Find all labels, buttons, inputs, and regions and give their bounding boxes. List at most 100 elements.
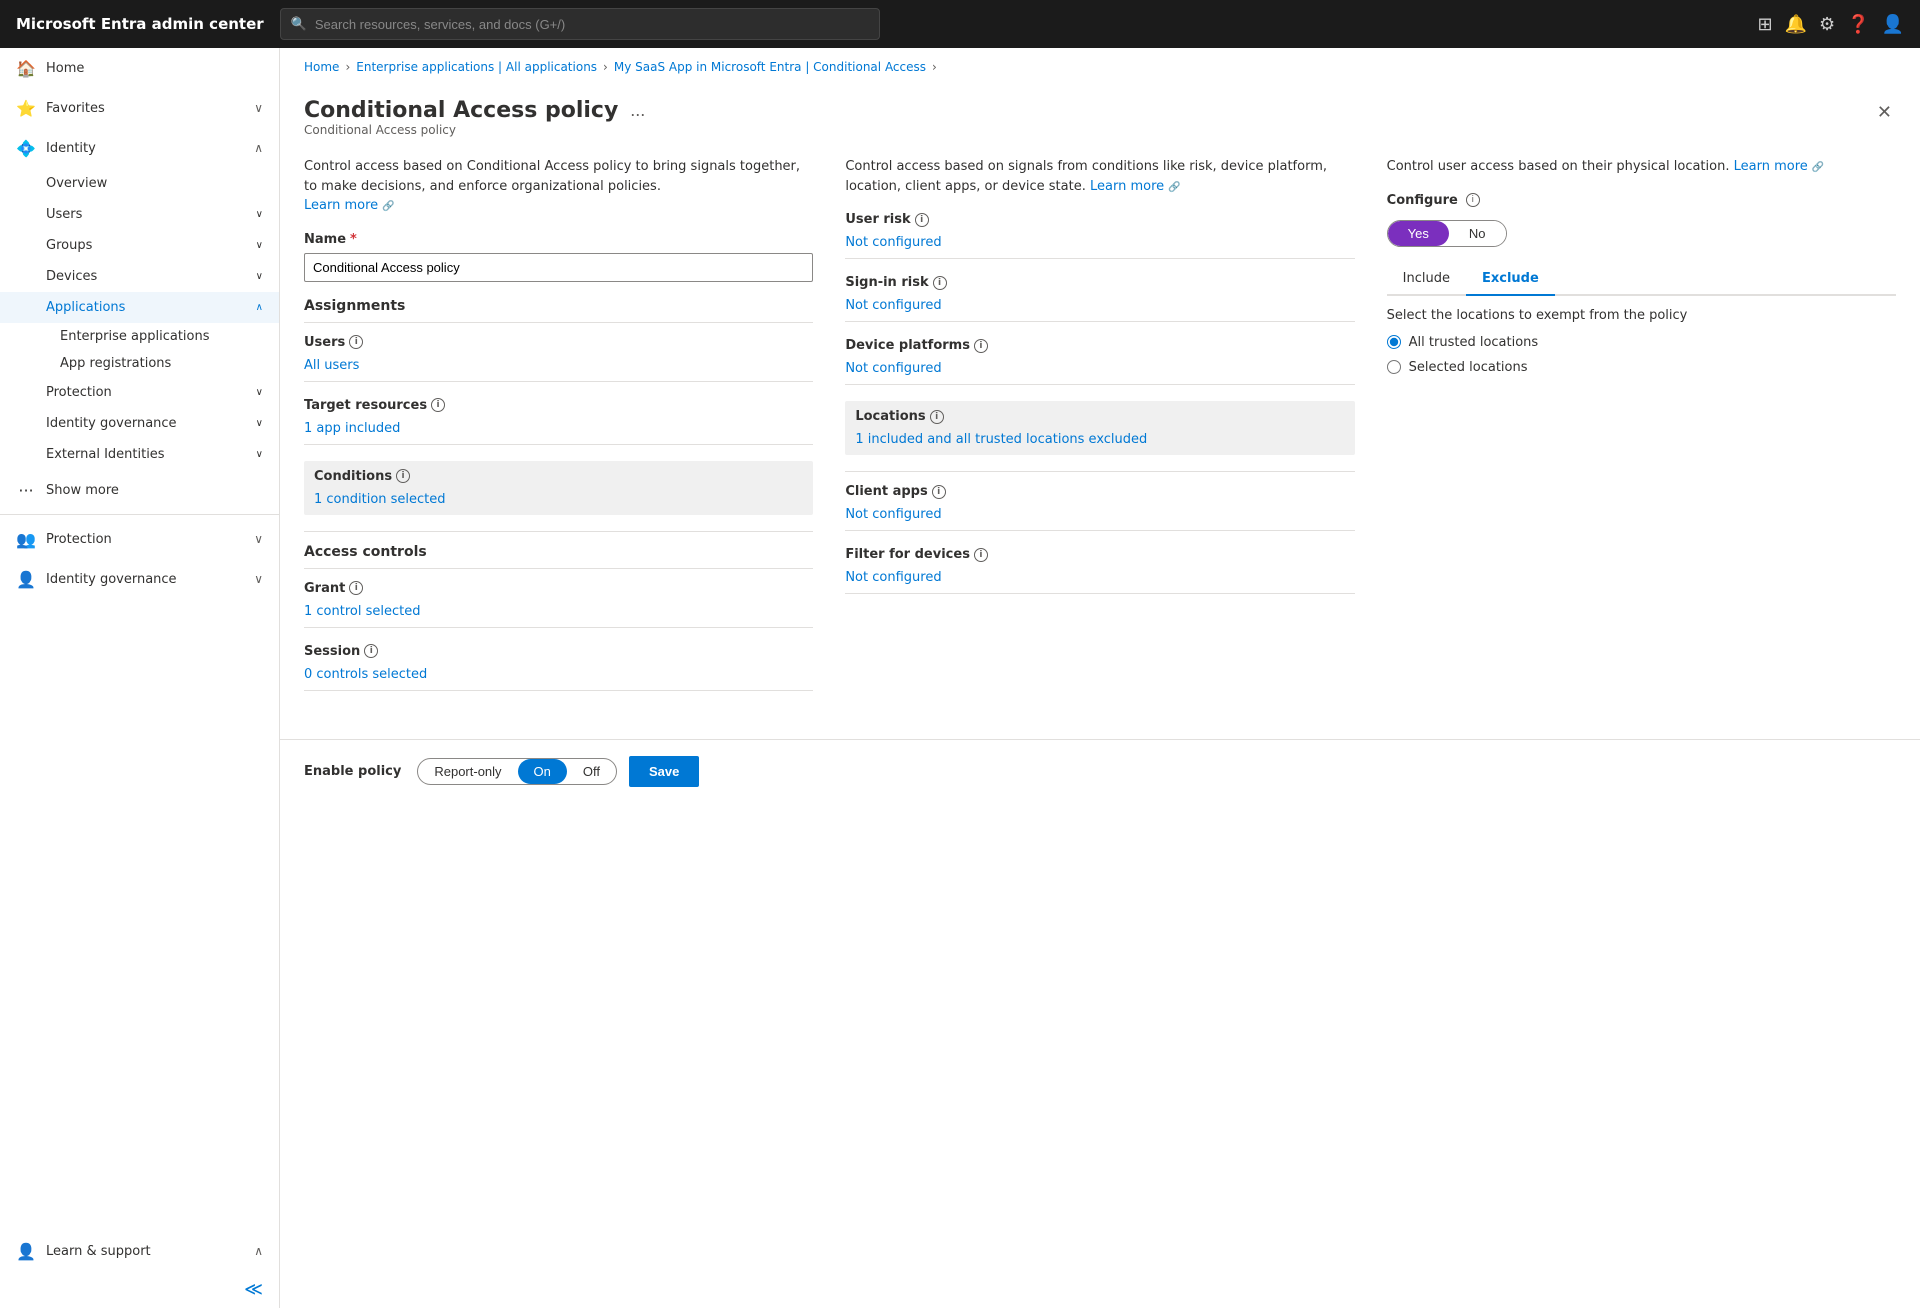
all-trusted-radio-input[interactable] bbox=[1387, 335, 1401, 349]
sidebar-sub-applications[interactable]: Applications ∧ bbox=[0, 292, 279, 323]
home-icon: 🏠 bbox=[16, 58, 36, 78]
sidebar-sub-groups[interactable]: Groups ∨ bbox=[0, 230, 279, 261]
search-bar[interactable]: 🔍 bbox=[280, 8, 880, 40]
ellipsis-icon: ··· bbox=[16, 480, 36, 500]
tab-exclude[interactable]: Exclude bbox=[1466, 263, 1555, 296]
external-link-2: 🔗 bbox=[1168, 182, 1180, 193]
session-label: Session i bbox=[304, 644, 813, 659]
close-button[interactable]: ✕ bbox=[1873, 98, 1896, 127]
device-platforms-info-icon[interactable]: i bbox=[974, 339, 988, 353]
yes-button[interactable]: Yes bbox=[1388, 221, 1449, 246]
target-resources-field-group: Target resources i 1 app included bbox=[304, 398, 813, 445]
grant-label: Grant i bbox=[304, 581, 813, 596]
sidebar-enterprise-apps[interactable]: Enterprise applications bbox=[0, 323, 279, 350]
target-resources-info-icon[interactable]: i bbox=[431, 398, 445, 412]
report-only-button[interactable]: Report-only bbox=[418, 759, 517, 784]
top-bar: Microsoft Entra admin center 🔍 ⊞ 🔔 ⚙ ❓ 👤 bbox=[0, 0, 1920, 48]
learn-more-1[interactable]: Learn more bbox=[304, 198, 378, 213]
selected-locations-radio-input[interactable] bbox=[1387, 360, 1401, 374]
tab-include[interactable]: Include bbox=[1387, 263, 1466, 296]
sidebar-collapse-btn[interactable]: ≪ bbox=[0, 1271, 279, 1308]
sidebar-sub-external-identities[interactable]: External Identities ∨ bbox=[0, 439, 279, 470]
save-button[interactable]: Save bbox=[629, 756, 699, 787]
grant-info-icon[interactable]: i bbox=[349, 581, 363, 595]
sidebar-sub-identity-governance[interactable]: Identity governance ∨ bbox=[0, 408, 279, 439]
selected-locations-radio[interactable]: Selected locations bbox=[1387, 360, 1896, 375]
ellipsis-button[interactable]: ... bbox=[630, 100, 645, 121]
off-button[interactable]: Off bbox=[567, 759, 616, 784]
external-identities-label: External Identities bbox=[46, 447, 165, 462]
user-risk-info-icon[interactable]: i bbox=[915, 213, 929, 227]
breadcrumb-home[interactable]: Home bbox=[304, 60, 339, 74]
bell-icon[interactable]: 🔔 bbox=[1785, 14, 1807, 35]
users-value[interactable]: All users bbox=[304, 358, 359, 373]
locations-value[interactable]: 1 included and all trusted locations exc… bbox=[855, 432, 1147, 447]
breadcrumb-enterprise-apps[interactable]: Enterprise applications | All applicatio… bbox=[356, 60, 597, 74]
sidebar-item-favorites[interactable]: ⭐ Favorites ∨ bbox=[0, 88, 279, 128]
sidebar-item-show-more[interactable]: ··· Show more bbox=[0, 470, 279, 510]
locations-label: Locations i bbox=[855, 409, 1344, 424]
filter-devices-value[interactable]: Not configured bbox=[845, 570, 941, 585]
settings-icon[interactable]: ⚙ bbox=[1819, 14, 1835, 35]
sidebar-favorites-label: Favorites bbox=[46, 101, 244, 116]
conditions-value[interactable]: 1 condition selected bbox=[314, 492, 446, 507]
session-field-group: Session i 0 controls selected bbox=[304, 644, 813, 691]
sidebar-item-identity[interactable]: 💠 Identity ∧ bbox=[0, 128, 279, 168]
sidebar-sub-protection[interactable]: Protection ∨ bbox=[0, 377, 279, 408]
target-resources-value[interactable]: 1 app included bbox=[304, 421, 400, 436]
client-apps-label: Client apps i bbox=[845, 484, 1354, 499]
sidebar-sub-overview[interactable]: Overview bbox=[0, 168, 279, 199]
no-button[interactable]: No bbox=[1449, 221, 1506, 246]
sign-in-risk-value[interactable]: Not configured bbox=[845, 298, 941, 313]
content-area: Home › Enterprise applications | All app… bbox=[280, 48, 1920, 1308]
sidebar-item-identity-governance2[interactable]: 👤 Identity governance ∨ bbox=[0, 559, 279, 599]
client-apps-value[interactable]: Not configured bbox=[845, 507, 941, 522]
breadcrumb-sep1: › bbox=[345, 60, 350, 74]
enable-policy-label: Enable policy bbox=[304, 764, 401, 779]
learn-support-label: Learn & support bbox=[46, 1244, 244, 1259]
client-apps-info-icon[interactable]: i bbox=[932, 485, 946, 499]
sidebar-item-learn-support[interactable]: 👤 Learn & support ∧ bbox=[0, 1231, 279, 1271]
sidebar: 🏠 Home ⭐ Favorites ∨ 💠 Identity ∧ Overvi… bbox=[0, 48, 280, 1308]
grid-icon[interactable]: ⊞ bbox=[1758, 14, 1773, 35]
filter-devices-info-icon[interactable]: i bbox=[974, 548, 988, 562]
locations-info-icon[interactable]: i bbox=[930, 410, 944, 424]
search-icon: 🔍 bbox=[291, 17, 307, 32]
learn-more-2[interactable]: Learn more bbox=[1090, 179, 1164, 194]
user-risk-value[interactable]: Not configured bbox=[845, 235, 941, 250]
conditions-info-icon[interactable]: i bbox=[396, 469, 410, 483]
device-platforms-value[interactable]: Not configured bbox=[845, 361, 941, 376]
client-apps-field-group: Client apps i Not configured bbox=[845, 484, 1354, 531]
sidebar-item-protection2[interactable]: 👥 Protection ∨ bbox=[0, 519, 279, 559]
session-info-icon[interactable]: i bbox=[364, 644, 378, 658]
configure-info-icon[interactable]: i bbox=[1466, 193, 1480, 207]
overview-label: Overview bbox=[46, 176, 107, 191]
on-button[interactable]: On bbox=[518, 759, 567, 784]
users-info-icon[interactable]: i bbox=[349, 335, 363, 349]
all-trusted-radio[interactable]: All trusted locations bbox=[1387, 335, 1896, 350]
grant-value[interactable]: 1 control selected bbox=[304, 604, 420, 619]
panel: Conditional Access policy ... Conditiona… bbox=[280, 82, 1920, 739]
user-icon[interactable]: 👤 bbox=[1882, 14, 1904, 35]
breadcrumb-sep3: › bbox=[932, 60, 937, 74]
groups-label: Groups bbox=[46, 238, 92, 253]
app-registrations-label: App registrations bbox=[60, 356, 171, 371]
sign-in-risk-field-group: Sign-in risk i Not configured bbox=[845, 275, 1354, 322]
sidebar-app-registrations[interactable]: App registrations bbox=[0, 350, 279, 377]
sidebar-identity-label: Identity bbox=[46, 141, 244, 156]
applications-label: Applications bbox=[46, 300, 125, 315]
search-input[interactable] bbox=[315, 17, 869, 32]
sidebar-sub-users[interactable]: Users ∨ bbox=[0, 199, 279, 230]
learn-more-3[interactable]: Learn more bbox=[1734, 159, 1808, 174]
session-value[interactable]: 0 controls selected bbox=[304, 667, 427, 682]
app-title: Microsoft Entra admin center bbox=[16, 15, 264, 33]
external-link-1: 🔗 bbox=[382, 201, 394, 212]
sign-in-risk-info-icon[interactable]: i bbox=[933, 276, 947, 290]
sidebar-sub-devices[interactable]: Devices ∨ bbox=[0, 261, 279, 292]
sidebar-item-home[interactable]: 🏠 Home bbox=[0, 48, 279, 88]
user-risk-field-group: User risk i Not configured bbox=[845, 212, 1354, 259]
name-input[interactable] bbox=[304, 253, 813, 282]
breadcrumb-my-saas[interactable]: My SaaS App in Microsoft Entra | Conditi… bbox=[614, 60, 926, 74]
help-icon[interactable]: ❓ bbox=[1847, 14, 1869, 35]
device-platforms-label: Device platforms i bbox=[845, 338, 1354, 353]
